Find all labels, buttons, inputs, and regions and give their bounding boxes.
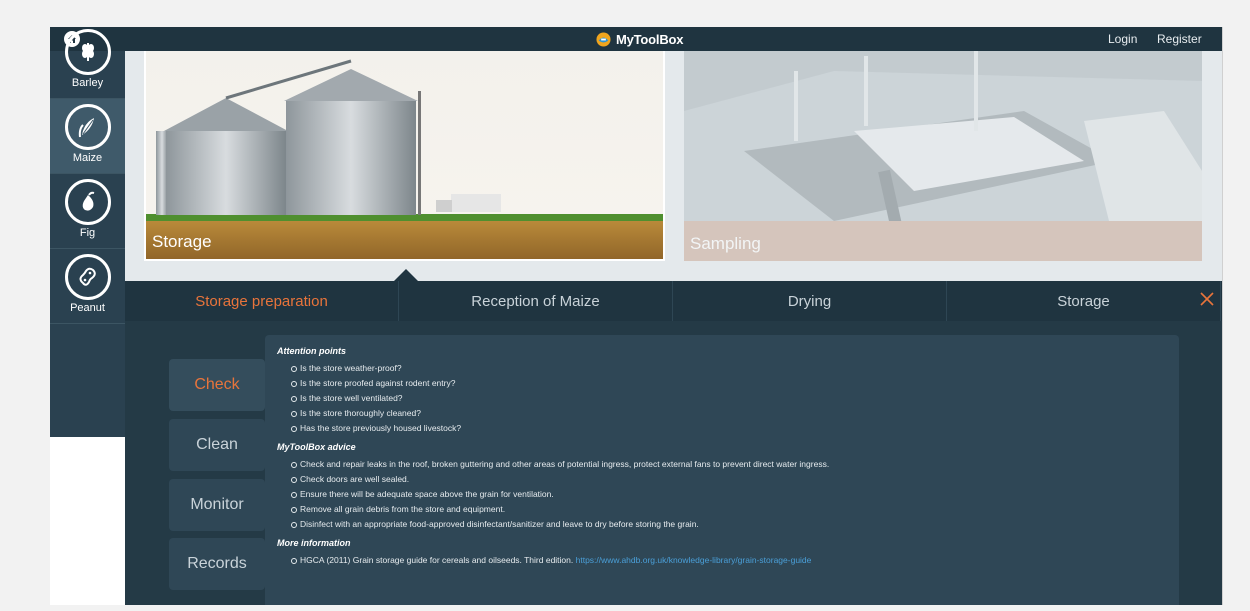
app-window: MyToolBox Login Register Barley Maize Fi… bbox=[50, 27, 1222, 605]
list-item: Check doors are well sealed. bbox=[291, 472, 1167, 487]
hero-card-sampling[interactable]: Sampling bbox=[684, 51, 1202, 261]
login-link[interactable]: Login bbox=[1108, 32, 1137, 46]
subnav-records-button[interactable]: Records bbox=[169, 538, 265, 590]
reference-text: HGCA (2011) Grain storage guide for cere… bbox=[300, 555, 574, 565]
sidebar-blank-area bbox=[50, 437, 125, 605]
hero-card-label: Sampling bbox=[690, 234, 761, 253]
sidebar-item-maize[interactable]: Maize bbox=[50, 99, 125, 174]
tab-drying[interactable]: Drying bbox=[673, 281, 947, 321]
hero-card-label: Storage bbox=[152, 232, 212, 251]
close-icon[interactable] bbox=[1197, 289, 1217, 309]
list-item: Check and repair leaks in the roof, brok… bbox=[291, 457, 1167, 472]
subnav-check-button[interactable]: Check bbox=[169, 359, 265, 411]
process-tabs: Storage preparation Reception of Maize D… bbox=[125, 281, 1222, 321]
list-item: Is the store thoroughly cleaned? bbox=[291, 406, 1167, 421]
more-info-heading: More information bbox=[277, 538, 351, 548]
advice-list: Check and repair leaks in the roof, brok… bbox=[291, 457, 1167, 532]
tab-storage-preparation[interactable]: Storage preparation bbox=[125, 281, 399, 321]
brand-logo[interactable]: MyToolBox bbox=[596, 30, 683, 48]
list-item: Ensure there will be adequate space abov… bbox=[291, 487, 1167, 502]
list-item: Disinfect with an appropriate food-appro… bbox=[291, 517, 1167, 532]
subnav-monitor-button[interactable]: Monitor bbox=[169, 479, 265, 531]
list-item: Is the store proofed against rodent entr… bbox=[291, 376, 1167, 391]
subnav-clean-button[interactable]: Clean bbox=[169, 419, 265, 471]
info-panel: Attention points Is the store weather-pr… bbox=[265, 335, 1179, 605]
brand-logo-icon bbox=[596, 31, 611, 47]
sidebar-item-label: Maize bbox=[72, 152, 103, 164]
sidebar-item-peanut[interactable]: Peanut bbox=[50, 249, 125, 324]
storage-silos-image bbox=[146, 51, 663, 259]
hero-card-storage[interactable]: Storage bbox=[144, 51, 665, 261]
window-edge bbox=[1222, 27, 1223, 605]
register-link[interactable]: Register bbox=[1157, 32, 1202, 46]
list-item: HGCA (2011) Grain storage guide for cere… bbox=[291, 553, 1167, 568]
tab-storage[interactable]: Storage bbox=[947, 281, 1221, 321]
sidebar-item-label: Peanut bbox=[70, 302, 105, 314]
list-item: Is the store well ventilated? bbox=[291, 391, 1167, 406]
category-hero: Storage Sampling bbox=[125, 51, 1222, 282]
fig-icon bbox=[64, 179, 111, 225]
maize-icon bbox=[64, 104, 111, 150]
advice-heading: MyToolBox advice bbox=[277, 442, 356, 452]
tab-content: Check Clean Monitor Records Attention po… bbox=[125, 321, 1222, 605]
peanut-icon bbox=[64, 254, 111, 300]
attention-points-heading: Attention points bbox=[277, 346, 346, 356]
list-item: Remove all grain debris from the store a… bbox=[291, 502, 1167, 517]
sidebar-item-label: Fig bbox=[79, 227, 96, 239]
reference-link[interactable]: https://www.ahdb.org.uk/knowledge-librar… bbox=[576, 555, 812, 565]
brand-name: MyToolBox bbox=[616, 31, 684, 47]
attention-points-list: Is the store weather-proof? Is the store… bbox=[291, 361, 1167, 436]
list-item: Is the store weather-proof? bbox=[291, 361, 1167, 376]
sampling-port-image bbox=[684, 51, 1202, 261]
main-content: Storage Sampling Storage preparation Rec… bbox=[125, 51, 1222, 605]
sidebar-item-label: Barley bbox=[71, 77, 104, 89]
tab-reception-of-maize[interactable]: Reception of Maize bbox=[399, 281, 673, 321]
list-item: Has the store previously housed livestoc… bbox=[291, 421, 1167, 436]
more-info-list: HGCA (2011) Grain storage guide for cere… bbox=[291, 553, 1167, 568]
sidebar-item-fig[interactable]: Fig bbox=[50, 174, 125, 249]
sidebar-item-barley[interactable]: Barley bbox=[50, 27, 125, 99]
crop-sidebar: Barley Maize Fig Peanut bbox=[50, 29, 125, 437]
top-bar: MyToolBox Login Register bbox=[50, 27, 1222, 51]
barley-icon bbox=[64, 29, 111, 75]
